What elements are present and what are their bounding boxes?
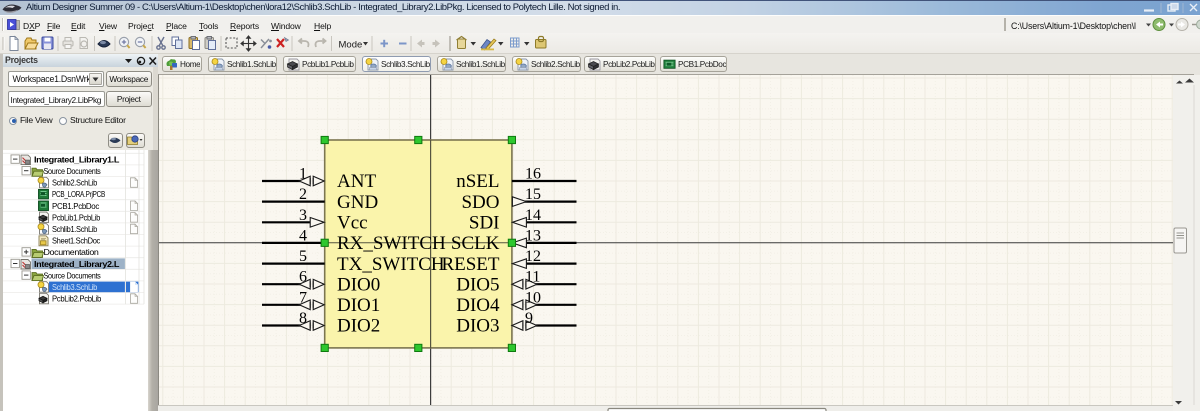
svg-text:Source Documents: Source Documents: [44, 270, 101, 280]
svg-text:Vcc: Vcc: [337, 212, 368, 233]
svg-text:Integrated_Library2.L: Integrated_Library2.L: [34, 259, 119, 269]
svg-text:RX_SWITCH: RX_SWITCH: [337, 233, 446, 254]
svg-text:DIO3: DIO3: [456, 315, 499, 336]
svg-text:3: 3: [299, 206, 307, 223]
svg-text:DIO5: DIO5: [456, 274, 499, 295]
svg-text:16: 16: [525, 165, 541, 182]
svg-text:Schlib3.SchLib: Schlib3.SchLib: [52, 282, 97, 292]
svg-text:12: 12: [525, 248, 541, 265]
svg-text:Integrated_Library1.L: Integrated_Library1.L: [34, 154, 119, 164]
svg-text:10: 10: [525, 289, 541, 306]
svg-text:5: 5: [299, 248, 307, 265]
svg-text:GND: GND: [337, 191, 378, 212]
svg-text:1: 1: [299, 165, 307, 182]
svg-text:11: 11: [525, 268, 540, 285]
svg-text:DIO0: DIO0: [337, 274, 380, 295]
svg-text:SCLK: SCLK: [451, 233, 500, 254]
svg-text:PcbLib1.PcbLib: PcbLib1.PcbLib: [52, 212, 100, 222]
svg-text:PCB_LORA.PrjPCB: PCB_LORA.PrjPCB: [52, 189, 105, 199]
svg-text:14: 14: [525, 206, 541, 223]
svg-text:DIO2: DIO2: [337, 315, 380, 336]
svg-text:PCB1.PcbDoc: PCB1.PcbDoc: [52, 201, 100, 211]
svg-text:Source Documents: Source Documents: [44, 166, 101, 176]
svg-text:2: 2: [299, 186, 307, 203]
svg-text:Documentation: Documentation: [44, 247, 100, 257]
svg-text:SDI: SDI: [469, 212, 500, 233]
svg-text:PcbLib2.PcbLib: PcbLib2.PcbLib: [52, 294, 102, 304]
svg-text:15: 15: [525, 186, 541, 203]
svg-text:ANT: ANT: [337, 171, 376, 192]
svg-text:DIO1: DIO1: [337, 295, 380, 316]
svg-text:7: 7: [299, 289, 307, 306]
svg-text:Sheet1.SchDoc: Sheet1.SchDoc: [52, 236, 101, 246]
svg-text:9: 9: [525, 310, 533, 327]
svg-text:TX_SWITCH: TX_SWITCH: [337, 253, 445, 274]
svg-text:8: 8: [299, 310, 307, 327]
svg-text:4: 4: [299, 227, 307, 244]
svg-text:Schlib2.SchLib: Schlib2.SchLib: [52, 178, 97, 188]
svg-text:RESET: RESET: [441, 253, 499, 274]
svg-text:Schlib1.SchLib: Schlib1.SchLib: [52, 224, 97, 234]
svg-text:DIO4: DIO4: [456, 295, 500, 316]
svg-text:6: 6: [299, 268, 307, 285]
svg-text:nSEL: nSEL: [456, 171, 499, 192]
svg-text:SDO: SDO: [461, 191, 499, 212]
svg-text:13: 13: [525, 227, 541, 244]
svg-text:Mode: Mode: [339, 40, 363, 51]
